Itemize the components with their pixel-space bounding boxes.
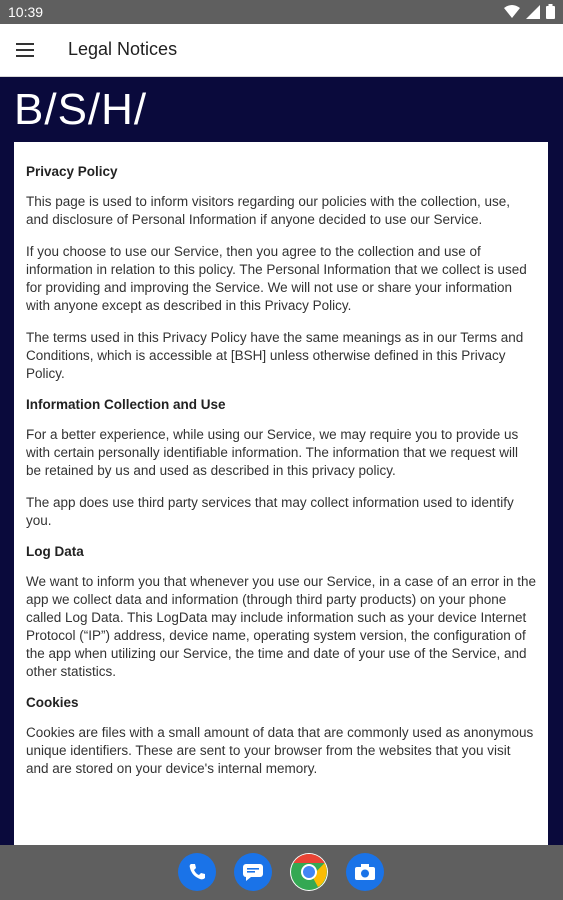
chrome-icon — [291, 854, 327, 890]
phone-icon — [189, 864, 205, 880]
messages-app-button[interactable] — [234, 853, 272, 891]
legal-document[interactable]: Privacy Policy This page is used to info… — [14, 142, 548, 845]
status-icons — [504, 4, 555, 19]
wifi-icon — [504, 4, 520, 18]
messages-icon — [243, 864, 263, 881]
status-bar: 10:39 — [0, 0, 563, 24]
chrome-app-button[interactable] — [290, 853, 328, 891]
paragraph: The terms used in this Privacy Policy ha… — [26, 330, 524, 381]
paragraph: We want to inform you that whenever you … — [26, 574, 537, 679]
paragraph: Cookies are files with a small amount of… — [26, 725, 534, 776]
hamburger-menu-icon — [16, 43, 34, 57]
signal-icon — [526, 4, 540, 19]
section-heading: Cookies — [26, 695, 79, 710]
menu-button[interactable] — [10, 35, 40, 65]
status-time: 10:39 — [8, 4, 44, 20]
app-bar: Legal Notices — [0, 24, 563, 77]
brand-logo: B/S/H/ — [14, 85, 148, 134]
paragraph: The app does use third party services th… — [26, 495, 514, 528]
battery-icon — [546, 4, 555, 19]
section-heading: Log Data — [26, 544, 84, 559]
camera-icon — [355, 864, 375, 880]
camera-app-button[interactable] — [346, 853, 384, 891]
section-heading: Information Collection and Use — [26, 397, 226, 412]
app-dock — [178, 853, 384, 891]
phone-app-button[interactable] — [178, 853, 216, 891]
paragraph: If you choose to use our Service, then y… — [26, 244, 527, 313]
paragraph: This page is used to inform visitors reg… — [26, 194, 510, 227]
page-title: Legal Notices — [68, 39, 178, 59]
section-heading: Privacy Policy — [26, 164, 118, 179]
paragraph: For a better experience, while using our… — [26, 427, 519, 478]
